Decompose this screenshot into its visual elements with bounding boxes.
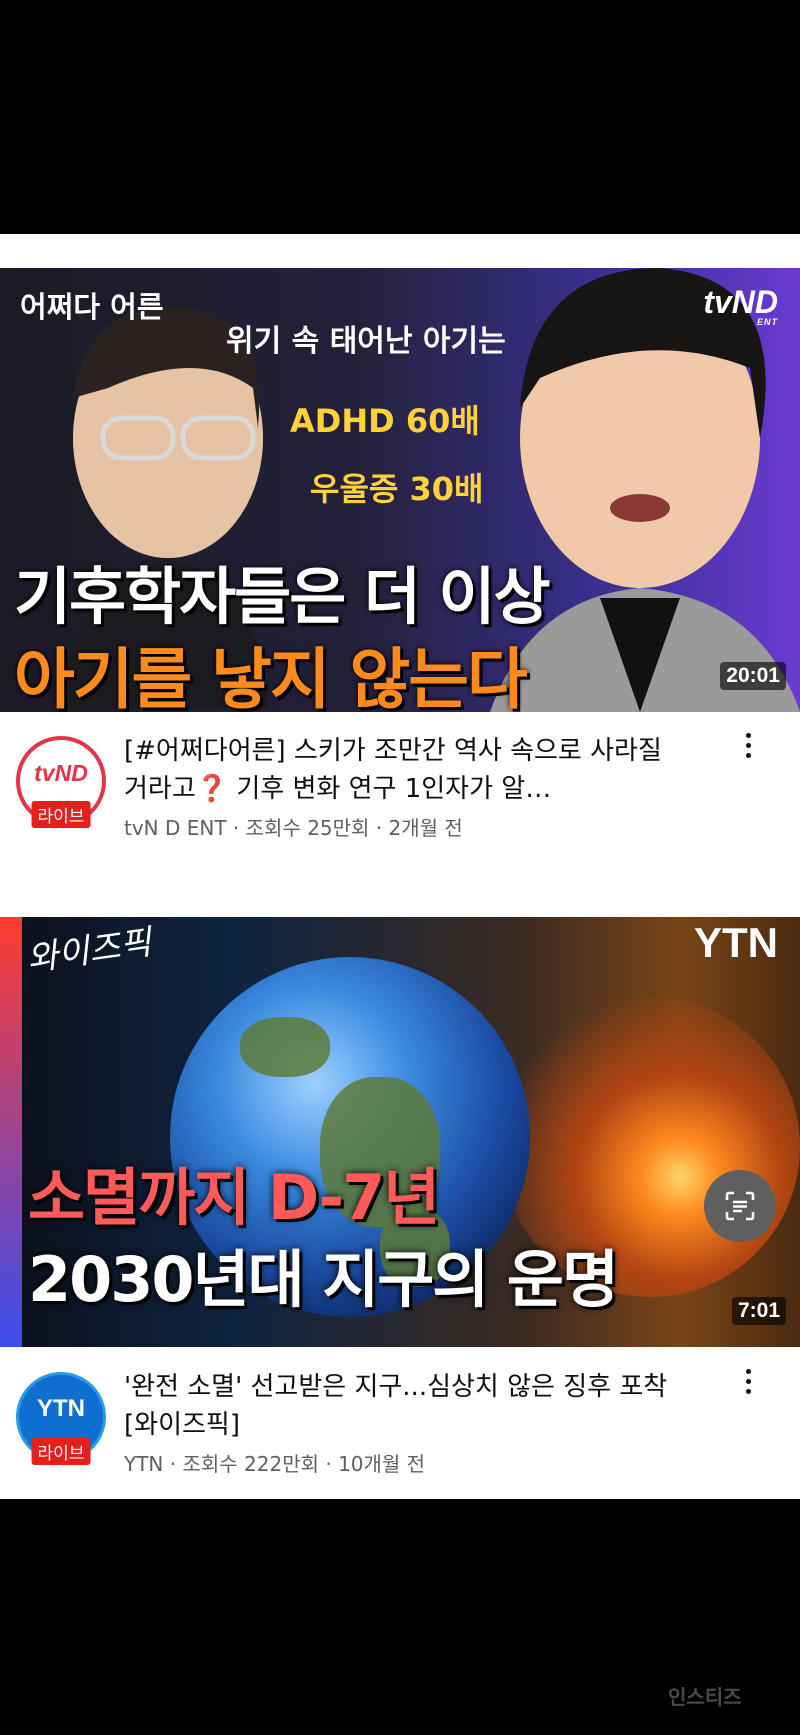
thumbnail-caption-top: 위기 속 태어난 아기는 [226,324,506,359]
video-title[interactable]: '완전 소멸' 선고받은 지구...심상치 않은 징후 포착 [와이즈픽] [124,1368,694,1444]
video-duration: 7:01 [731,1297,786,1325]
channel-watermark: tvND ENT [703,284,778,327]
person-right-image [490,268,800,712]
more-vert-icon[interactable] [736,1364,760,1404]
channel-watermark: YTN [694,919,778,966]
avatar-brand: YTN [37,1395,85,1422]
site-watermark: 인스티즈 [668,1685,742,1709]
video-thumbnail-2[interactable]: 와이즈픽 YTN 소멸까지 D-7년 2030년대 지구의 운명 7:01 [0,917,800,1347]
video-thumbnail-1[interactable]: 어쩌다 어른 tvND ENT 위기 속 태어난 아기는 ADHD 60배 우울… [0,268,800,712]
thumbnail-headline-2: 2030년대 지구의 운명 [28,1243,619,1316]
video-meta-line: tvN D ENT · 조회수 25만회 · 2개월 전 [124,816,463,840]
video-duration: 20:01 [720,662,786,690]
live-badge: 라이브 [31,1438,91,1465]
thumbnail-headline-1: 기후학자들은 더 이상 [14,560,551,633]
video-meta-1: tvND 라이브 [#어쩌다어른] 스키가 조만간 역사 속으로 사라질 거라고… [0,722,800,872]
video-meta-2: YTN 라이브 '완전 소멸' 선고받은 지구...심상치 않은 징후 포착 [… [0,1358,800,1508]
thumbnail-headline-1: 소멸까지 D-7년 [28,1161,440,1234]
show-logo: 어쩌다 어른 [20,290,164,324]
more-vert-icon[interactable] [736,728,760,768]
video-meta-line: YTN · 조회수 222만회 · 10개월 전 [124,1452,426,1476]
lens-scan-icon [725,1191,755,1221]
channel-avatar[interactable]: YTN 라이브 [16,1372,106,1465]
show-logo: 와이즈픽 [24,922,154,980]
accent-stripe [0,917,22,1347]
top-letterbox [0,0,800,234]
thumbnail-headline-2: 아기를 낳지 않는다 [14,641,528,712]
video-feed: 어쩌다 어른 tvND ENT 위기 속 태어난 아기는 ADHD 60배 우울… [0,234,800,1499]
avatar-brand: tvND [34,760,88,786]
lens-scan-button[interactable] [704,1170,776,1242]
live-badge: 라이브 [31,801,91,828]
thumbnail-caption-3: 우울증 30배 [310,470,484,508]
channel-avatar[interactable]: tvND 라이브 [16,736,106,828]
thumbnail-caption-2: ADHD 60배 [290,402,480,440]
video-title[interactable]: [#어쩌다어른] 스키가 조만간 역사 속으로 사라질 거라고❓ 기후 변화 연… [124,732,694,808]
